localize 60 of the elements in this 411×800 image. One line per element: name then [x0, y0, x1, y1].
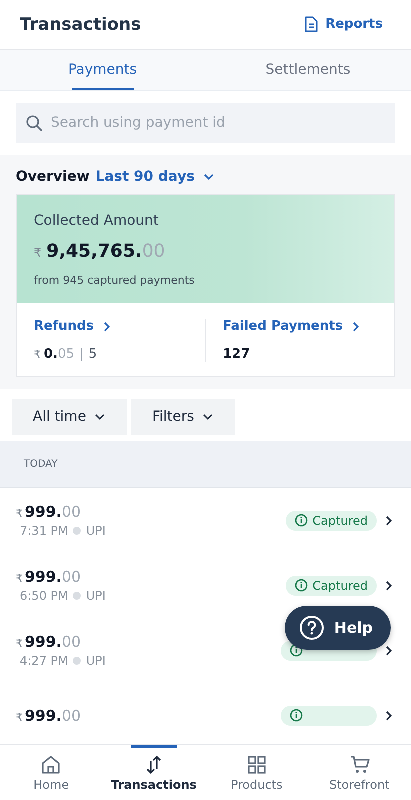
payment-time: 6:50 PM — [20, 589, 68, 603]
dot-icon — [73, 657, 82, 665]
refund-amount: 0.05 — [44, 347, 75, 362]
search-field[interactable]: Search using payment id — [16, 103, 395, 143]
document-icon — [304, 16, 319, 33]
payment-time: 7:31 PM — [20, 524, 68, 538]
refund-count: 5 — [88, 347, 98, 362]
grid-icon — [246, 754, 268, 776]
help-button[interactable]: Help — [285, 606, 391, 650]
tab[interactable]: Settlements — [206, 50, 411, 90]
dot-icon — [73, 592, 82, 600]
currency-symbol: ₹ — [16, 507, 23, 520]
chevron-down-icon — [94, 413, 106, 421]
home-icon — [40, 754, 62, 776]
period-dropdown[interactable]: Last 90 days — [96, 169, 215, 185]
collected-amount: 9,45,765.00 — [46, 241, 166, 262]
info-icon — [290, 709, 303, 722]
info-icon — [294, 579, 308, 592]
page-title: Transactions — [20, 14, 142, 34]
chevron-right-icon — [385, 710, 393, 722]
currency-symbol: ₹ — [34, 348, 41, 361]
chevron-down-icon — [202, 413, 214, 421]
payment-method: UPI — [86, 654, 106, 668]
collected-title: Collected Amount — [34, 213, 160, 229]
chevron-down-icon — [202, 173, 215, 181]
filter-dropdown[interactable]: Filters — [131, 399, 236, 435]
chevron-right-icon — [385, 514, 393, 526]
currency-symbol: ₹ — [34, 246, 42, 260]
cart-icon — [348, 754, 371, 776]
payment-amount: 999.00 — [25, 633, 82, 651]
failed-count: 127 — [223, 347, 250, 362]
payment-amount: 999.00 — [25, 568, 82, 586]
payment-time: 4:27 PM — [20, 654, 68, 668]
overview-label: Overview — [16, 169, 90, 185]
chevron-right-icon — [385, 644, 393, 656]
info-icon — [294, 514, 308, 527]
nav-item[interactable]: Products — [206, 745, 308, 800]
currency-symbol: ₹ — [16, 572, 23, 585]
filter-dropdown[interactable]: All time — [12, 399, 128, 435]
currency-symbol: ₹ — [16, 637, 23, 650]
payment-method: UPI — [86, 524, 106, 538]
nav-item[interactable]: Storefront — [308, 745, 411, 800]
chevron-right-icon — [103, 320, 112, 332]
payment-amount: 999.00 — [25, 503, 82, 521]
dot-icon — [73, 527, 82, 535]
refunds-link[interactable]: Refunds — [34, 319, 188, 334]
nav-item[interactable]: Home — [0, 745, 103, 800]
chevron-right-icon — [352, 320, 360, 332]
chevron-right-icon — [385, 580, 393, 592]
status-badge: Captured — [286, 510, 377, 530]
reports-link[interactable]: Reports — [304, 16, 383, 33]
payment-method: UPI — [86, 589, 106, 603]
currency-symbol: ₹ — [16, 710, 23, 724]
question-icon — [299, 615, 326, 641]
section-title: TODAY — [24, 458, 58, 470]
collected-caption: from 945 captured payments — [34, 274, 196, 287]
status-badge: Captured — [286, 576, 377, 596]
separator: | — [80, 347, 84, 362]
payment-amount: 999.00 — [25, 706, 82, 724]
failed-payments-link[interactable]: Failed Payments — [223, 319, 377, 334]
